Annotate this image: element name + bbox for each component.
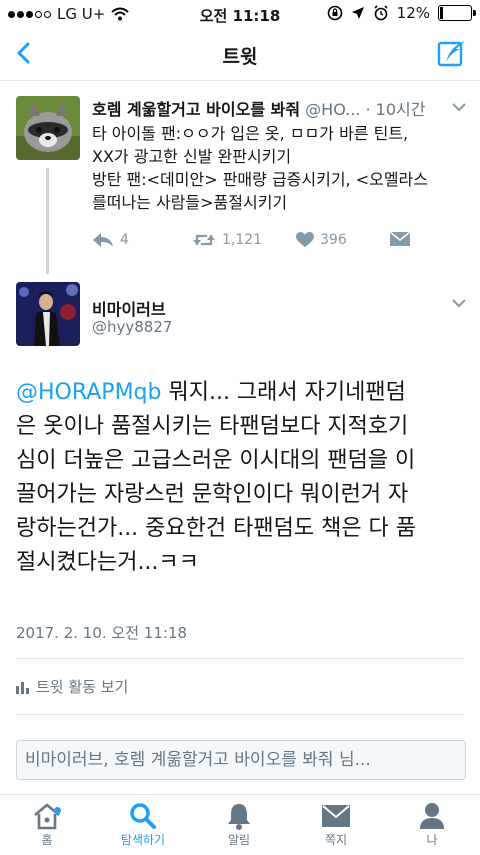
tweet1-line: 방탄 팬:<데미안> 판매량 급증시키기, <오멜라스 xyxy=(92,170,428,189)
tab-notifications-label: 알림 xyxy=(227,833,251,847)
page-title: 트윗 xyxy=(222,46,258,68)
thread-connector-line xyxy=(46,168,49,274)
tab-search-label: 탐색하기 xyxy=(120,833,166,847)
battery-percent: 12% xyxy=(396,4,430,22)
tab-home-label: 홈 xyxy=(41,833,53,847)
mention-link[interactable]: @HORAPMqb xyxy=(16,380,161,405)
tweet1-line: 타 아이돌 팬:ㅇㅇ가 입은 옷, ㅁㅁ가 바른 틴트, xyxy=(92,124,409,143)
chevron-down-icon[interactable] xyxy=(452,298,466,308)
like-button[interactable]: 396 xyxy=(296,232,347,248)
tweet1-author-name[interactable]: 호렘 계욺할거고 바이오를 봐줘 xyxy=(92,100,300,119)
avatar-performer[interactable] xyxy=(16,282,80,346)
reply-input[interactable] xyxy=(17,741,465,779)
reply-count: 4 xyxy=(120,232,129,248)
tab-me-label: 나 xyxy=(426,833,438,847)
direct-message-button[interactable] xyxy=(390,232,410,246)
chevron-down-icon[interactable] xyxy=(452,102,466,112)
tweet2-line: 심이 더높은 고급스러운 이시대의 팬덤을 이 xyxy=(16,448,416,473)
alarm-icon xyxy=(374,5,388,21)
tweet2-line: 은 옷이나 품절시키는 타팬덤보다 지적호기 xyxy=(16,414,409,439)
tweet-activity-label: 트윗 활동 보기 xyxy=(36,678,129,696)
bar-chart-icon xyxy=(16,681,29,694)
location-icon xyxy=(351,7,364,19)
tweet1-header: 호렘 계욺할거고 바이오를 봐줘 @HO... · 10시간 xyxy=(92,96,425,120)
tweet2-line: 랑하는건가... 중요한건 타팬덤도 책은 다 품 xyxy=(16,516,417,541)
tweet2-line: 끌어가는 자랑스런 문학인이다 뭐이런거 자 xyxy=(16,482,409,507)
bell-icon xyxy=(228,804,250,830)
envelope-icon xyxy=(390,232,410,246)
like-count: 396 xyxy=(320,232,347,248)
tweet1-line: XX가 광고한 신발 완판시키기 xyxy=(92,147,292,166)
divider xyxy=(16,714,464,715)
tab-notifications[interactable]: 알림 xyxy=(204,801,274,848)
tweet1-line: 를떠나는 사람들>품절시키기 xyxy=(92,193,288,212)
retweet-count: 1,121 xyxy=(222,232,263,248)
reply-button[interactable]: 4 xyxy=(92,232,129,248)
envelope-icon xyxy=(322,805,350,827)
reply-box[interactable] xyxy=(16,740,466,780)
tweet2-author-name[interactable]: 비마이러브 xyxy=(92,296,166,320)
tweet1-text: 타 아이돌 팬:ㅇㅇ가 입은 옷, ㅁㅁ가 바른 틴트, XX가 광고한 신발 … xyxy=(92,122,462,214)
status-bar: LG U+ 오전 11:18 12% xyxy=(0,0,480,28)
tweet-activity-link[interactable]: 트윗 활동 보기 xyxy=(16,676,128,697)
divider xyxy=(16,658,464,659)
tab-search[interactable]: 탐색하기 xyxy=(108,801,178,848)
tweet2-text: @HORAPMqb 뭐지... 그래서 자기네팬덤 은 옷이나 품절시키는 타팬… xyxy=(16,376,471,580)
notification-dot xyxy=(54,807,61,814)
tab-messages[interactable]: 쪽지 xyxy=(301,801,371,848)
compose-tweet-icon[interactable] xyxy=(436,38,468,70)
retweet-icon xyxy=(193,234,215,246)
person-icon xyxy=(420,803,444,829)
tab-messages-label: 쪽지 xyxy=(324,833,348,847)
tab-home[interactable]: 홈 xyxy=(12,801,82,848)
tweet1-handle-time: @HO... · 10시간 xyxy=(305,100,426,119)
tweet2-line-text: 뭐지... 그래서 자기네팬덤 xyxy=(161,380,406,405)
tweet1-actions: 4 1,121 396 xyxy=(92,232,422,254)
reply-icon xyxy=(93,233,113,247)
tab-bar: 홈 탐색하기 알림 쪽지 나 xyxy=(0,794,480,855)
tab-me[interactable]: 나 xyxy=(397,801,467,848)
heart-icon xyxy=(296,232,314,247)
battery-icon xyxy=(438,5,476,21)
tweet2-timestamp: 2017. 2. 10. 오전 11:18 xyxy=(16,624,188,642)
tweet2-line: 절시켰다는거...ㅋㅋ xyxy=(16,550,199,575)
retweet-button[interactable]: 1,121 xyxy=(192,232,262,248)
tweet2-line: @HORAPMqb 뭐지... 그래서 자기네팬덤 xyxy=(16,376,471,410)
nav-bar: 트윗 xyxy=(0,28,480,81)
rotation-lock-icon xyxy=(327,5,342,21)
search-icon xyxy=(130,803,156,829)
avatar-raccoon[interactable] xyxy=(16,96,80,160)
tweet2-author-handle[interactable]: @hyy8827 xyxy=(92,318,172,336)
